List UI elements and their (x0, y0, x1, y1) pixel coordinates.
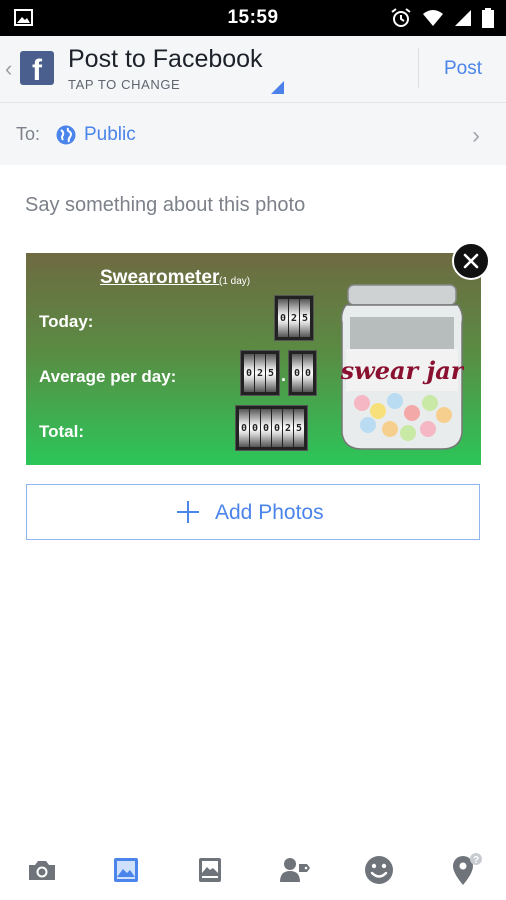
globe-icon (56, 125, 76, 145)
counter-digit: 0 (250, 409, 260, 447)
counter-digit: 5 (300, 299, 310, 337)
counter-digit: 0 (244, 354, 254, 392)
add-photos-button[interactable]: Add Photos (26, 484, 480, 540)
swear-jar-label: swear jar (340, 356, 464, 385)
counter-digit: 0 (272, 409, 282, 447)
counter-digit: 2 (283, 409, 293, 447)
audience-to-label: To: (16, 124, 41, 144)
dropdown-corner-icon[interactable] (271, 81, 284, 94)
tag-people-icon[interactable] (275, 850, 315, 890)
svg-text:?: ? (473, 855, 479, 866)
photo-title: Swearometer (100, 267, 220, 288)
back-chevron-icon[interactable]: ‹ (5, 56, 12, 82)
swear-jar-image: swear jar (340, 284, 464, 450)
attached-photo[interactable]: Swearometer (1 day) Today: 0 2 5 Average… (26, 253, 481, 465)
counter-digit: 5 (266, 354, 276, 392)
counter-digit: 0 (292, 354, 302, 392)
today-label: Today: (39, 312, 94, 331)
status-bar: 15:59 (0, 0, 506, 36)
location-icon[interactable]: ? (443, 850, 483, 890)
alarm-icon (391, 8, 411, 27)
counter-digit: 2 (289, 299, 299, 337)
plus-icon (177, 501, 199, 523)
photo-period: (1 day) (219, 276, 251, 287)
chevron-right-icon[interactable]: › (472, 122, 480, 150)
audience-row[interactable]: To: Public › (0, 103, 506, 165)
counter-digit: 0 (303, 354, 313, 392)
feeling-icon[interactable] (359, 850, 399, 890)
remove-photo-button[interactable] (452, 242, 490, 280)
average-label: Average per day: (39, 367, 177, 386)
average-decimals-counter: 0 0 (288, 350, 317, 396)
composer-header: ‹ f Post to Facebook TAP TO CHANGE Post (0, 36, 506, 103)
composer-toolbar: ? (0, 840, 506, 900)
post-button[interactable]: Post (444, 58, 482, 80)
counter-digit: 0 (278, 299, 288, 337)
total-counter: 0 0 0 0 2 5 (235, 405, 308, 451)
photo-icon[interactable] (106, 850, 146, 890)
status-input[interactable]: Say something about this photo (25, 194, 305, 217)
cell-signal-icon (455, 10, 471, 26)
header-subtitle[interactable]: TAP TO CHANGE (68, 77, 180, 92)
average-counter: 0 2 5 (240, 350, 280, 396)
add-photos-label: Add Photos (215, 501, 324, 524)
facebook-logo-icon[interactable]: f (20, 51, 54, 87)
counter-digit: 0 (239, 409, 249, 447)
today-counter: 0 2 5 (274, 295, 314, 341)
decimal-point: . (281, 365, 287, 385)
close-icon (463, 253, 479, 269)
wifi-icon (423, 10, 443, 26)
counter-digit: 5 (294, 409, 304, 447)
counter-digit: 0 (261, 409, 271, 447)
counter-digit: 2 (255, 354, 265, 392)
header-title[interactable]: Post to Facebook (68, 45, 263, 74)
total-label: Total: (39, 422, 85, 441)
audience-value: Public (84, 124, 136, 145)
header-divider (418, 48, 419, 88)
battery-icon (482, 8, 494, 28)
camera-icon[interactable] (22, 850, 62, 890)
album-icon[interactable] (190, 850, 230, 890)
